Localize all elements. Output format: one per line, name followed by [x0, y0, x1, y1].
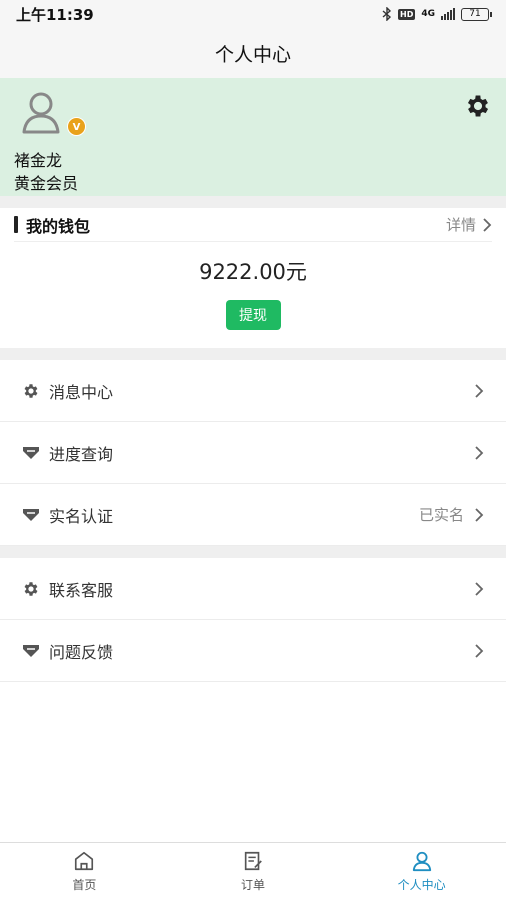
bluetooth-icon	[382, 7, 392, 21]
hd-badge: HD	[398, 8, 416, 20]
vip-badge: V	[67, 117, 86, 136]
wallet-title: 我的钱包	[14, 213, 90, 237]
avatar[interactable]: V	[22, 90, 86, 146]
chevron-right-icon	[483, 217, 492, 232]
menu-value: 已实名	[418, 506, 464, 524]
status-icons: HD 4G 71	[382, 7, 492, 21]
section-divider	[0, 196, 506, 208]
user-name: 褚金龙	[14, 151, 63, 170]
wallet-detail-link[interactable]: 详情	[446, 214, 492, 235]
home-icon	[75, 851, 94, 871]
section-divider	[0, 546, 506, 558]
tab-label: 个人中心	[397, 878, 446, 892]
battery-icon: 71	[461, 7, 492, 21]
signal-icon	[441, 8, 455, 20]
withdraw-button[interactable]: 提现	[225, 300, 281, 330]
chevron-right-icon	[475, 581, 484, 596]
tab-personal-center[interactable]: 个人中心	[337, 843, 506, 900]
section-divider	[0, 348, 506, 360]
tab-label: 首页	[72, 878, 97, 892]
bottom-tab-bar: 首页 订单 个人中心	[0, 842, 506, 900]
order-icon	[244, 851, 262, 871]
network-type: 4G	[421, 9, 435, 19]
settings-gear-icon[interactable]	[464, 92, 492, 120]
tab-home[interactable]: 首页	[0, 843, 169, 900]
title-bar: 个人中心	[0, 28, 506, 78]
gear-icon	[22, 580, 40, 598]
menu-group-1: 消息中心 进度查询 实名认证 已实名	[0, 360, 506, 546]
wallet-card: 我的钱包 详情 9222.00元 提现	[0, 208, 506, 348]
wallet-balance: 9222.00元	[199, 260, 307, 284]
user-avatar-icon	[22, 92, 60, 134]
menu-label: 实名认证	[49, 506, 114, 526]
wallet-detail-label: 详情	[445, 216, 476, 234]
chevron-right-icon	[475, 445, 484, 460]
menu-label: 联系客服	[49, 580, 114, 600]
menu-label: 消息中心	[49, 382, 114, 402]
menu-item-customer-service[interactable]: 联系客服	[0, 558, 506, 620]
tab-orders[interactable]: 订单	[169, 843, 338, 900]
chevron-right-icon	[475, 643, 484, 658]
diamond-icon	[22, 642, 40, 660]
page-title: 个人中心	[214, 43, 291, 66]
menu-item-progress-query[interactable]: 进度查询	[0, 422, 506, 484]
chevron-right-icon	[475, 383, 484, 398]
menu-label: 进度查询	[49, 444, 114, 464]
wallet-title-marker	[14, 216, 18, 233]
wallet-header: 我的钱包 详情	[14, 208, 492, 242]
menu-item-message-center[interactable]: 消息中心	[0, 360, 506, 422]
member-level: 黄金会员	[14, 174, 79, 193]
menu-group-2: 联系客服 问题反馈	[0, 558, 506, 682]
battery-level: 71	[461, 7, 489, 21]
status-time: 上午11:39	[16, 5, 94, 24]
person-icon	[412, 851, 431, 872]
gear-icon	[22, 382, 40, 400]
menu-item-feedback[interactable]: 问题反馈	[0, 620, 506, 682]
tab-label: 订单	[241, 878, 266, 892]
menu-item-real-name-auth[interactable]: 实名认证 已实名	[0, 484, 506, 546]
diamond-icon	[22, 506, 40, 524]
profile-card: V 褚金龙 黄金会员	[0, 78, 506, 196]
status-bar: 上午11:39 HD 4G 71	[0, 0, 506, 28]
diamond-icon	[22, 444, 40, 462]
menu-label: 问题反馈	[49, 642, 114, 662]
chevron-right-icon	[475, 507, 484, 522]
wallet-title-text: 我的钱包	[26, 216, 91, 236]
